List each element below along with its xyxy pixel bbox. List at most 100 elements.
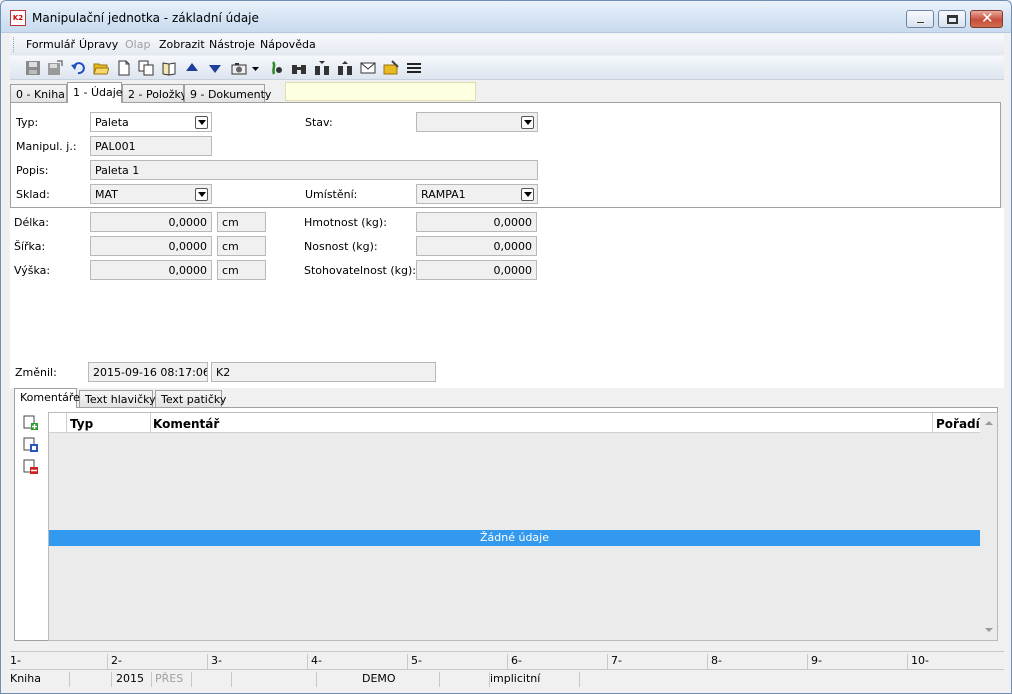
minimize-button[interactable]: [906, 10, 934, 28]
title-bar: K2 Manipulační jednotka - základní údaje…: [1, 1, 1011, 33]
fkey-8[interactable]: 8-: [707, 654, 806, 670]
vertical-scrollbar[interactable]: [981, 413, 997, 640]
menu-napoveda[interactable]: Nápověda: [260, 38, 316, 51]
highlight-field[interactable]: [285, 82, 476, 101]
edit-record-icon[interactable]: [23, 437, 39, 453]
open-folder-icon[interactable]: [93, 60, 109, 76]
umisteni-label: Umístění:: [305, 188, 358, 201]
tab-text-paticky[interactable]: Text patičky: [155, 390, 226, 408]
binoculars-prev-icon[interactable]: [337, 60, 353, 76]
maximize-icon: [947, 15, 958, 24]
stohovatelnost-field[interactable]: 0,0000: [416, 260, 537, 280]
fkey-1[interactable]: 1-: [10, 654, 21, 670]
stav-select[interactable]: [416, 112, 538, 132]
minimize-icon: [916, 21, 925, 24]
vyska-unit: cm: [217, 260, 266, 280]
sklad-value: MAT: [95, 188, 118, 201]
sklad-select[interactable]: MAT: [90, 184, 212, 204]
delka-unit: cm: [217, 212, 266, 232]
toolbar: [10, 56, 1004, 80]
popis-field[interactable]: Paleta 1: [90, 160, 538, 180]
hmotnost-label: Hmotnost (kg):: [304, 216, 387, 229]
menu-bar: Formulář Úpravy Olap Zobrazit Nástroje N…: [10, 34, 1004, 55]
grid-header: Typ Komentář Pořadí: [49, 413, 980, 433]
menu-formular[interactable]: Formulář: [26, 38, 75, 51]
menu-olap: Olap: [125, 38, 151, 51]
typ-select[interactable]: Paleta: [90, 112, 212, 132]
status-pres: PŘES: [152, 672, 192, 687]
menu-nastroje[interactable]: Nástroje: [209, 38, 255, 51]
maximize-button[interactable]: [938, 10, 966, 28]
chevron-down-icon[interactable]: [521, 116, 534, 129]
nosnost-field[interactable]: 0,0000: [416, 236, 537, 256]
dropdown-icon[interactable]: [251, 60, 260, 76]
column-separator: [932, 413, 933, 433]
fkey-7[interactable]: 7-: [607, 654, 706, 670]
menu-lines-icon[interactable]: [406, 60, 422, 76]
scroll-down-icon[interactable]: [985, 628, 993, 632]
app-icon[interactable]: K2: [10, 10, 26, 26]
menu-upravy[interactable]: Úpravy: [79, 38, 118, 51]
save-as-icon[interactable]: [47, 60, 63, 76]
manipul-label: Manipul. j.:: [16, 140, 77, 153]
close-icon: ✕: [981, 9, 994, 27]
fkey-5[interactable]: 5-: [407, 654, 506, 670]
undo-icon[interactable]: [70, 60, 86, 76]
menu-zobrazit[interactable]: Zobrazit: [159, 38, 205, 51]
binoculars-icon[interactable]: [291, 60, 307, 76]
status-empty-3: [232, 672, 317, 687]
mail-icon[interactable]: [360, 60, 376, 76]
tab-udaje[interactable]: 1 - Údaje: [67, 82, 123, 103]
save-icon[interactable]: [25, 60, 41, 76]
nosnost-label: Nosnost (kg):: [304, 240, 378, 253]
close-button[interactable]: ✕: [970, 9, 1003, 28]
copy-icon[interactable]: [138, 60, 154, 76]
chevron-down-icon[interactable]: [195, 116, 208, 129]
arrow-down-icon[interactable]: [207, 60, 223, 76]
main-tabs: 0 - Kniha 1 - Údaje 2 - Položky 9 - Doku…: [10, 82, 1004, 103]
camera-icon[interactable]: [231, 60, 247, 76]
stohovatelnost-label: Stohovatelnost (kg):: [304, 264, 416, 277]
arrow-up-icon[interactable]: [184, 60, 200, 76]
column-typ[interactable]: Typ: [70, 417, 93, 431]
fkey-10[interactable]: 10-: [907, 654, 1004, 670]
delete-record-icon[interactable]: [23, 459, 39, 475]
status-empty-2: [192, 672, 232, 687]
binoculars-next-icon[interactable]: [314, 60, 330, 76]
add-record-icon[interactable]: [23, 415, 39, 431]
fkey-9[interactable]: 9-: [807, 654, 906, 670]
stav-label: Stav:: [305, 116, 333, 129]
fkey-6[interactable]: 6-: [507, 654, 606, 670]
tab-polozky[interactable]: 2 - Položky: [122, 84, 187, 103]
edit-folder-icon[interactable]: [383, 60, 399, 76]
function-keys-bar: 1- 2- 3- 4- 5- 6- 7- 8- 9- 10-: [10, 651, 1004, 670]
umisteni-select[interactable]: RAMPA1: [416, 184, 538, 204]
zmenil-user-field: K2: [211, 362, 436, 382]
sirka-field[interactable]: 0,0000: [90, 236, 212, 256]
new-document-icon[interactable]: [116, 60, 132, 76]
tab-kniha[interactable]: 0 - Kniha: [10, 84, 67, 103]
fkey-4[interactable]: 4-: [307, 654, 406, 670]
hmotnost-field[interactable]: 0,0000: [416, 212, 537, 232]
filter-icon[interactable]: [268, 60, 284, 76]
chevron-down-icon[interactable]: [195, 188, 208, 201]
tab-komentare[interactable]: Komentáře: [14, 388, 80, 408]
column-poradi[interactable]: Pořadí: [936, 417, 980, 431]
fkey-3[interactable]: 3-: [207, 654, 306, 670]
manipul-field[interactable]: PAL001: [90, 136, 212, 156]
book-icon[interactable]: [161, 60, 177, 76]
sklad-label: Sklad:: [16, 188, 50, 201]
delka-field[interactable]: 0,0000: [90, 212, 212, 232]
comments-grid: Typ Komentář Pořadí Žádné údaje: [48, 412, 998, 641]
status-year: 2015: [112, 672, 152, 687]
chevron-down-icon[interactable]: [521, 188, 534, 201]
tab-text-hlavicky[interactable]: Text hlavičky: [79, 390, 156, 408]
scroll-up-icon[interactable]: [985, 421, 993, 425]
column-komentar[interactable]: Komentář: [153, 417, 219, 431]
sirka-label: Šířka:: [14, 240, 46, 253]
typ-label: Typ:: [16, 116, 39, 129]
vyska-field[interactable]: 0,0000: [90, 260, 212, 280]
empty-row[interactable]: Žádné údaje: [49, 530, 980, 546]
tab-dokumenty[interactable]: 9 - Dokumenty: [184, 84, 271, 103]
fkey-2[interactable]: 2-: [107, 654, 206, 670]
